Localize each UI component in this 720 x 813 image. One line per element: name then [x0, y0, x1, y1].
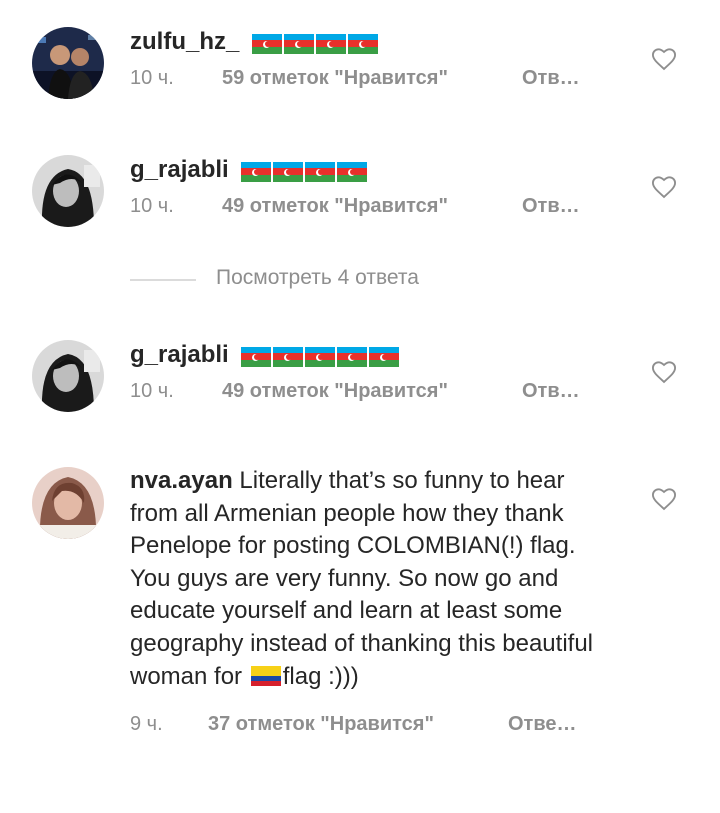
reply-button[interactable]: Отв… [522, 195, 580, 218]
azerbaijan-flag-icon [252, 26, 380, 59]
comment-item: zulfu_hz_ 10 ч. 59 отметок "Нравится" Отв… [0, 25, 720, 125]
likes-count-link[interactable]: 59 отметок "Нравится" [222, 67, 522, 90]
comment-text: nva.ayan Literally that’s so funny to he… [130, 465, 615, 693]
comment-body-end: flag :))) [282, 662, 359, 690]
view-replies-label[interactable]: Посмотреть 4 ответа [216, 266, 419, 290]
avatar[interactable] [32, 27, 104, 99]
comment-body: Literally that’s so funny to hear from a… [130, 467, 593, 690]
comment-username[interactable]: nva.ayan [130, 467, 233, 494]
comment-username[interactable]: g_rajabli [130, 341, 229, 368]
comment-time: 9 ч. [130, 713, 163, 736]
comment-time: 10 ч. [130, 67, 174, 90]
likes-count-link[interactable]: 49 отметок "Нравится" [222, 195, 522, 218]
heart-outline-icon[interactable] [650, 173, 678, 201]
colombia-flag-icon [250, 665, 281, 686]
comment-item: g_rajabli 10 ч. 49 отметок "Нравится" Отв… [0, 338, 720, 438]
avatar[interactable] [32, 155, 104, 227]
likes-count-link[interactable]: 49 отметок "Нравится" [222, 380, 522, 403]
reply-button[interactable]: Отве… [508, 713, 577, 736]
reply-button[interactable]: Отв… [522, 67, 580, 90]
reply-button[interactable]: Отв… [522, 380, 580, 403]
divider [130, 279, 196, 281]
comment-time: 10 ч. [130, 380, 174, 403]
comment-username[interactable]: zulfu_hz_ [130, 28, 239, 55]
azerbaijan-flag-icon [241, 154, 369, 187]
comment-item: nva.ayan Literally that’s so funny to he… [0, 465, 720, 785]
comment-time: 10 ч. [130, 195, 174, 218]
comment-item: g_rajabli 10 ч. 49 отметок "Нравится" Отв… [0, 153, 720, 253]
comment-username[interactable]: g_rajabli [130, 156, 229, 183]
azerbaijan-flag-icon [241, 339, 401, 372]
avatar[interactable] [32, 340, 104, 412]
likes-count-link[interactable]: 37 отметок "Нравится" [208, 713, 508, 736]
view-replies-button[interactable]: Посмотреть 4 ответа [130, 264, 530, 296]
heart-outline-icon[interactable] [650, 485, 678, 513]
heart-outline-icon[interactable] [650, 358, 678, 386]
avatar[interactable] [32, 467, 104, 539]
heart-outline-icon[interactable] [650, 45, 678, 73]
